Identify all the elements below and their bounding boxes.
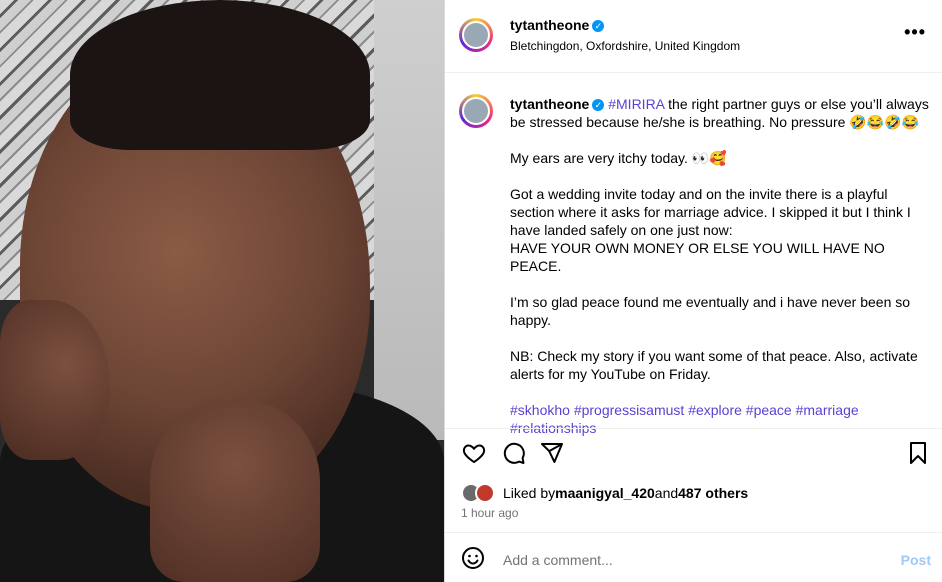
- photo-hair: [70, 0, 370, 150]
- share-icon[interactable]: [539, 440, 565, 466]
- caption-para-5: NB: Check my story if you want some of t…: [510, 348, 918, 382]
- header-username-row: tytantheone ✓: [510, 17, 605, 35]
- bookmark-icon[interactable]: [905, 440, 931, 466]
- caption-avatar[interactable]: [459, 94, 493, 128]
- post-header: tytantheone ✓ Bletchingdon, Oxfordshire, …: [445, 0, 942, 73]
- likes-user[interactable]: maanigyal_420: [555, 485, 655, 501]
- photo-sheet: [374, 0, 444, 440]
- caption-text-3: Got a wedding invite today and on the in…: [510, 186, 911, 238]
- likes-prefix: Liked by: [503, 485, 556, 501]
- post-photo[interactable]: [0, 0, 444, 582]
- action-bar: [461, 440, 931, 468]
- emoji-icon[interactable]: [461, 546, 485, 575]
- likes-row: Liked by maanigyal_420 and 487 others: [461, 482, 748, 504]
- caption-text-3b: HAVE YOUR OWN MONEY OR ELSE YOU WILL HAV…: [510, 240, 885, 274]
- actions-divider: [445, 428, 942, 429]
- liker-avatar[interactable]: [475, 483, 495, 503]
- heart-icon[interactable]: [461, 440, 487, 466]
- post-button[interactable]: Post: [901, 552, 931, 568]
- comment-bar: Post: [461, 546, 931, 574]
- likes-middle: and: [654, 485, 679, 501]
- caption-hashtag-lead[interactable]: #MIRIRA: [608, 96, 664, 112]
- comment-input[interactable]: [501, 551, 901, 569]
- likes-others[interactable]: 487 others: [678, 485, 748, 501]
- more-icon[interactable]: •••: [904, 22, 926, 43]
- comment-icon[interactable]: [501, 440, 527, 466]
- caption-para-3: Got a wedding invite today and on the in…: [510, 185, 930, 275]
- caption-para-2: My ears are very itchy today. 👀🥰: [510, 150, 727, 166]
- header-location[interactable]: Bletchingdon, Oxfordshire, United Kingdo…: [510, 39, 740, 53]
- caption-username[interactable]: tytantheone: [510, 96, 589, 112]
- caption-para-4: I’m so glad peace found me eventually an…: [510, 294, 911, 328]
- photo-hand: [150, 400, 320, 582]
- comment-divider: [445, 532, 942, 533]
- verified-icon: ✓: [592, 19, 605, 32]
- post-panel: tytantheone ✓ Bletchingdon, Oxfordshire, …: [445, 0, 942, 582]
- verified-icon: ✓: [592, 99, 605, 112]
- post-time[interactable]: 1 hour ago: [461, 506, 518, 520]
- caption-para-1: tytantheone ✓ #MIRIRA the right partner g…: [510, 95, 930, 131]
- caption-hashtags[interactable]: #skhokho #progressisamust #explore #peac…: [510, 401, 930, 437]
- caption: tytantheone ✓ #MIRIRA the right partner g…: [510, 95, 930, 455]
- avatar[interactable]: [459, 18, 493, 52]
- header-username[interactable]: tytantheone: [510, 17, 589, 33]
